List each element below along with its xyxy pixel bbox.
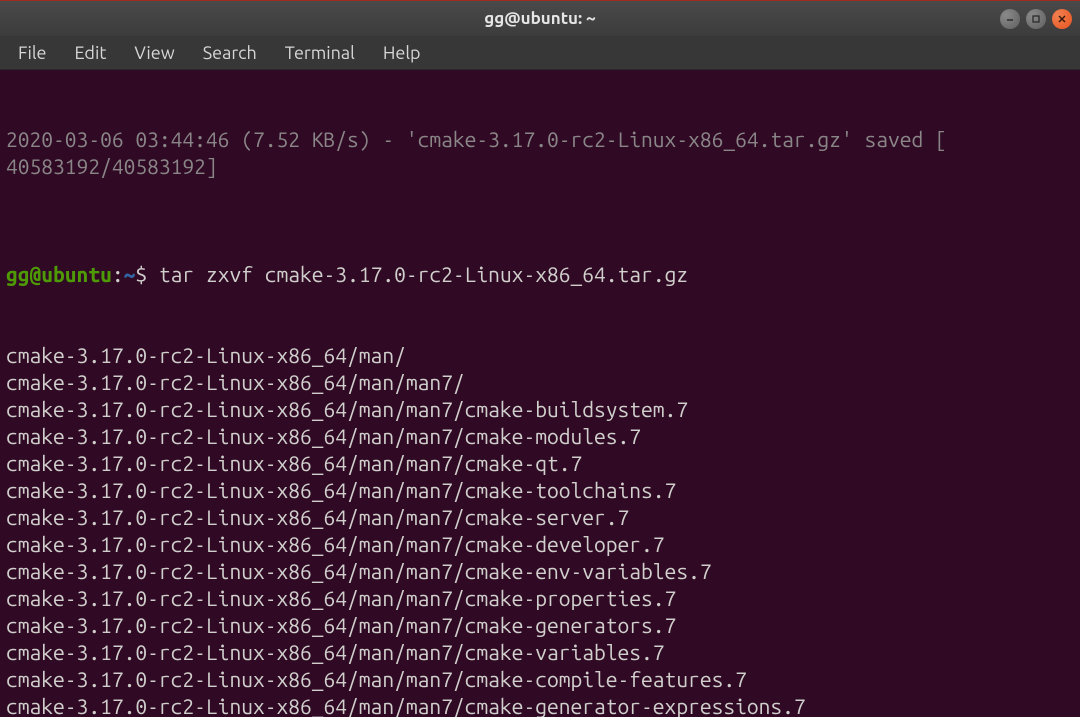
prompt-sep2: $	[135, 262, 159, 286]
terminal-line: cmake-3.17.0-rc2-Linux-x86_64/man/man7/c…	[6, 477, 1074, 504]
terminal-line: cmake-3.17.0-rc2-Linux-x86_64/man/man7/c…	[6, 558, 1074, 585]
terminal-line: cmake-3.17.0-rc2-Linux-x86_64/man/	[6, 342, 1074, 369]
window-title: gg@ubuntu: ~	[484, 9, 596, 28]
terminal-line: cmake-3.17.0-rc2-Linux-x86_64/man/man7/c…	[6, 612, 1074, 639]
close-icon	[1057, 14, 1067, 24]
terminal-line: cmake-3.17.0-rc2-Linux-x86_64/man/man7/c…	[6, 585, 1074, 612]
menu-file[interactable]: File	[6, 39, 59, 67]
prompt-path: ~	[124, 262, 136, 286]
menu-search[interactable]: Search	[191, 39, 269, 67]
terminal-line: cmake-3.17.0-rc2-Linux-x86_64/man/man7/c…	[6, 423, 1074, 450]
terminal-line: cmake-3.17.0-rc2-Linux-x86_64/man/man7/c…	[6, 666, 1074, 693]
terminal-output: cmake-3.17.0-rc2-Linux-x86_64/man/cmake-…	[6, 342, 1074, 717]
terminal-scrollback: 2020-03-06 03:44:46 (7.52 KB/s) - 'cmake…	[6, 126, 1074, 207]
minimize-button[interactable]	[1000, 9, 1020, 29]
prompt-user-host: gg@ubuntu	[6, 262, 112, 286]
terminal-line: cmake-3.17.0-rc2-Linux-x86_64/man/man7/c…	[6, 396, 1074, 423]
terminal-line: 40583192/40583192]	[6, 153, 1074, 180]
menu-edit[interactable]: Edit	[63, 39, 119, 67]
window-controls	[1000, 9, 1072, 29]
maximize-icon	[1031, 14, 1041, 24]
terminal-line: cmake-3.17.0-rc2-Linux-x86_64/man/man7/c…	[6, 639, 1074, 666]
terminal-line	[6, 180, 1074, 207]
menu-help[interactable]: Help	[371, 39, 433, 67]
menubar: File Edit View Search Terminal Help	[0, 36, 1080, 70]
menu-terminal[interactable]: Terminal	[273, 39, 367, 67]
menu-view[interactable]: View	[122, 39, 186, 67]
prompt-command: tar zxvf cmake-3.17.0-rc2-Linux-x86_64.t…	[159, 262, 688, 286]
terminal-line: cmake-3.17.0-rc2-Linux-x86_64/man/man7/c…	[6, 693, 1074, 717]
terminal-line: cmake-3.17.0-rc2-Linux-x86_64/man/man7/c…	[6, 504, 1074, 531]
close-button[interactable]	[1052, 9, 1072, 29]
terminal-line: cmake-3.17.0-rc2-Linux-x86_64/man/man7/c…	[6, 450, 1074, 477]
minimize-icon	[1005, 14, 1015, 24]
terminal-line: cmake-3.17.0-rc2-Linux-x86_64/man/man7/c…	[6, 531, 1074, 558]
terminal-area[interactable]: 2020-03-06 03:44:46 (7.52 KB/s) - 'cmake…	[0, 70, 1080, 717]
terminal-line: 2020-03-06 03:44:46 (7.52 KB/s) - 'cmake…	[6, 126, 1074, 153]
titlebar: gg@ubuntu: ~	[0, 0, 1080, 36]
terminal-window: gg@ubuntu: ~ File Edit View Search Termi…	[0, 0, 1080, 717]
prompt-sep1: :	[112, 262, 124, 286]
maximize-button[interactable]	[1026, 9, 1046, 29]
prompt-line: gg@ubuntu:~$ tar zxvf cmake-3.17.0-rc2-L…	[6, 261, 1074, 288]
terminal-line: cmake-3.17.0-rc2-Linux-x86_64/man/man7/	[6, 369, 1074, 396]
